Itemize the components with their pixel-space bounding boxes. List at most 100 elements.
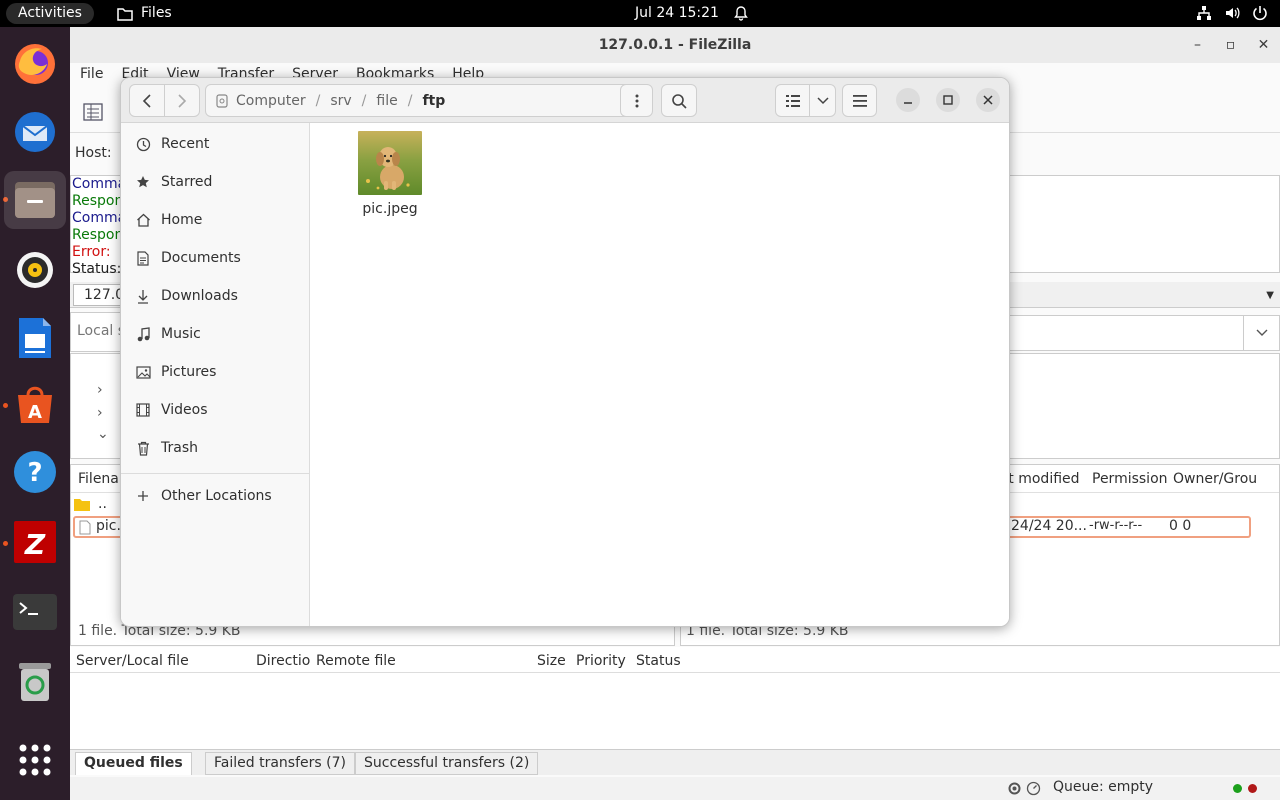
folder-icon bbox=[74, 499, 90, 511]
gear-icon[interactable] bbox=[1007, 781, 1022, 796]
file-item[interactable]: pic.jpeg bbox=[358, 131, 422, 217]
back-button[interactable] bbox=[129, 84, 165, 117]
files-icon[interactable] bbox=[4, 171, 66, 229]
sidebar-item-documents[interactable]: Documents bbox=[121, 239, 310, 277]
chevron-right-icon[interactable]: › bbox=[97, 382, 103, 398]
site-manager-icon[interactable] bbox=[82, 101, 104, 123]
path-segment-current[interactable]: ftp bbox=[422, 93, 445, 109]
chevron-right-icon[interactable]: › bbox=[97, 405, 103, 421]
path-bar[interactable]: Computer / srv / file / ftp bbox=[205, 84, 651, 117]
trash-icon[interactable] bbox=[10, 655, 60, 705]
column-last-modified[interactable]: st modified bbox=[1001, 471, 1080, 487]
close-icon bbox=[983, 95, 993, 105]
hamburger-menu-icon bbox=[852, 94, 867, 107]
view-list-button[interactable] bbox=[775, 84, 810, 117]
view-options-button[interactable] bbox=[809, 84, 836, 117]
column-filename[interactable]: Filenar bbox=[78, 471, 125, 487]
column-permission[interactable]: Permission bbox=[1092, 471, 1168, 487]
close-button[interactable] bbox=[976, 88, 1000, 112]
list-item[interactable]: .. bbox=[74, 496, 107, 512]
path-segment-srv[interactable]: srv bbox=[330, 93, 351, 109]
file-icon bbox=[79, 520, 91, 535]
sidebar-item-home[interactable]: Home bbox=[121, 201, 310, 239]
queue-list[interactable] bbox=[70, 673, 1280, 749]
chevron-right-icon bbox=[178, 93, 187, 108]
bell-icon[interactable] bbox=[733, 5, 749, 21]
sidebar-item-trash[interactable]: Trash bbox=[121, 429, 310, 467]
minimize-button[interactable]: – bbox=[1181, 27, 1214, 63]
column-priority[interactable]: Priority bbox=[576, 653, 626, 669]
sidebar-item-label: Downloads bbox=[161, 288, 238, 304]
sidebar-item-recent[interactable]: Recent bbox=[121, 125, 310, 163]
music-icon bbox=[135, 326, 151, 342]
writer-icon[interactable] bbox=[10, 313, 60, 363]
sidebar-item-starred[interactable]: Starred bbox=[121, 163, 310, 201]
app-center-icon[interactable]: A bbox=[10, 379, 60, 429]
minimize-icon bbox=[904, 102, 912, 104]
sidebar-item-label: Trash bbox=[161, 440, 198, 456]
maximize-button[interactable] bbox=[936, 88, 960, 112]
clock[interactable]: Jul 24 15:21 bbox=[635, 0, 719, 27]
column-size[interactable]: Size bbox=[537, 653, 566, 669]
chevron-left-icon bbox=[142, 93, 151, 108]
column-status[interactable]: Status bbox=[636, 653, 681, 669]
plus-icon bbox=[135, 488, 151, 504]
main-menu-button[interactable] bbox=[842, 84, 877, 117]
sidebar-item-other-locations[interactable]: Other Locations bbox=[121, 477, 310, 515]
filezilla-icon[interactable]: Z bbox=[10, 517, 60, 567]
app-grid-icon[interactable] bbox=[10, 735, 60, 785]
system-tray[interactable] bbox=[1196, 5, 1268, 21]
terminal-icon[interactable] bbox=[10, 587, 60, 637]
download-icon bbox=[135, 288, 151, 304]
close-button[interactable]: ✕ bbox=[1247, 27, 1280, 63]
minimize-button[interactable] bbox=[896, 88, 920, 112]
column-owner[interactable]: Owner/Grou bbox=[1173, 471, 1257, 487]
status-led-red bbox=[1248, 784, 1257, 793]
file-name: pic. bbox=[96, 518, 121, 534]
help-icon[interactable]: ? bbox=[10, 447, 60, 497]
path-segment-file[interactable]: file bbox=[376, 93, 397, 109]
sidebar-item-label: Videos bbox=[161, 402, 208, 418]
trash-icon bbox=[135, 440, 151, 456]
tab-dropdown-icon[interactable]: ▼ bbox=[1266, 290, 1274, 301]
column-direction[interactable]: Directio bbox=[256, 653, 310, 669]
menu-file[interactable]: File bbox=[80, 66, 103, 88]
sidebar-item-music[interactable]: Music bbox=[121, 315, 310, 353]
video-icon bbox=[135, 402, 151, 418]
maximize-icon bbox=[943, 95, 953, 105]
activities-button[interactable]: Activities bbox=[6, 3, 94, 24]
queue-status: Queue: empty bbox=[1053, 779, 1154, 795]
file-modified: 24/24 20... bbox=[1011, 518, 1087, 534]
document-icon bbox=[135, 250, 151, 266]
speed-limit-icon[interactable] bbox=[1026, 781, 1041, 796]
queue-tabs: Queued files Failed transfers (7) Succes… bbox=[70, 749, 1280, 775]
chevron-down-icon[interactable] bbox=[1243, 316, 1279, 350]
column-server-local[interactable]: Server/Local file bbox=[76, 653, 189, 669]
forward-button[interactable] bbox=[164, 84, 200, 117]
thunderbird-icon[interactable] bbox=[10, 107, 60, 157]
app-menu[interactable]: Files bbox=[117, 0, 172, 27]
sidebar-item-videos[interactable]: Videos bbox=[121, 391, 310, 429]
file-view[interactable]: pic.jpeg bbox=[310, 123, 1009, 626]
maximize-button[interactable]: ▫ bbox=[1214, 27, 1247, 63]
tab-queued-files[interactable]: Queued files bbox=[75, 752, 192, 775]
svg-text:A: A bbox=[28, 402, 42, 423]
top-bar: Activities Files Jul 24 15:21 bbox=[0, 0, 1280, 27]
dock: A ? Z bbox=[0, 27, 70, 800]
sidebar-item-downloads[interactable]: Downloads bbox=[121, 277, 310, 315]
sidebar-item-pictures[interactable]: Pictures bbox=[121, 353, 310, 391]
column-remote-file[interactable]: Remote file bbox=[316, 653, 396, 669]
firefox-icon[interactable] bbox=[10, 39, 60, 89]
tab-failed-transfers[interactable]: Failed transfers (7) bbox=[205, 752, 355, 775]
path-separator: / bbox=[315, 92, 321, 109]
path-segment-computer[interactable]: Computer bbox=[236, 93, 306, 109]
search-icon bbox=[672, 93, 687, 109]
rhythmbox-icon[interactable] bbox=[10, 245, 60, 295]
search-button[interactable] bbox=[661, 84, 697, 117]
path-separator: / bbox=[407, 92, 413, 109]
tab-successful-transfers[interactable]: Successful transfers (2) bbox=[355, 752, 539, 775]
chevron-down-icon[interactable]: ⌄ bbox=[97, 426, 109, 442]
window-title: 127.0.0.1 - FileZilla bbox=[598, 37, 752, 53]
path-menu-button[interactable] bbox=[620, 84, 653, 117]
queue-header: Server/Local file Directio Remote file S… bbox=[70, 647, 1280, 673]
